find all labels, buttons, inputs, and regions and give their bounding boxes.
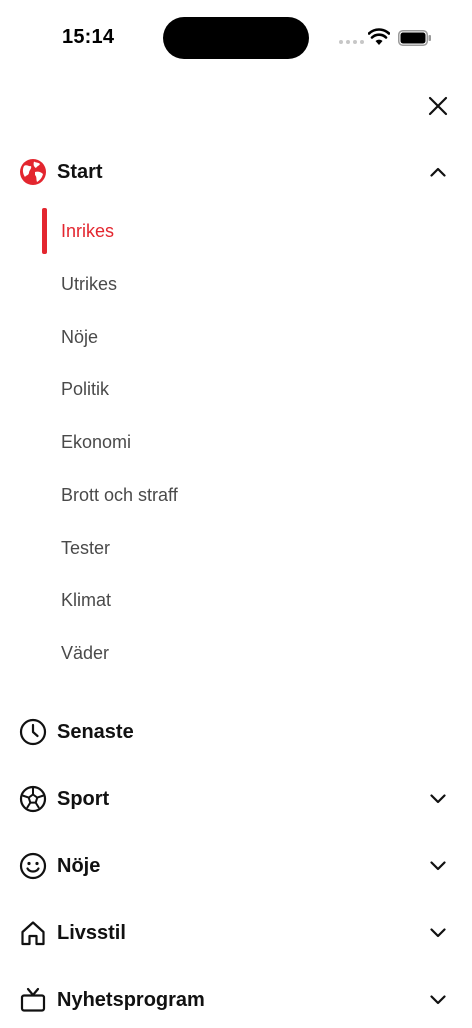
clock-icon xyxy=(18,717,48,747)
sub-item-klimat[interactable]: Klimat xyxy=(0,578,472,622)
wifi-icon xyxy=(368,28,390,45)
close-button[interactable] xyxy=(424,92,452,120)
chevron-down-icon[interactable] xyxy=(426,921,450,945)
battery-icon xyxy=(398,30,431,46)
sub-item-label: Ekonomi xyxy=(61,431,132,452)
close-icon xyxy=(428,96,448,116)
menu-item-nyhetsprogram[interactable]: Nyhetsprogram xyxy=(0,972,472,1028)
sub-item-label: Väder xyxy=(61,642,110,663)
sub-item-inrikes[interactable]: Inrikes xyxy=(0,209,472,253)
sub-item-noje[interactable]: Nöje xyxy=(0,315,472,359)
menu-item-noje-label: Nöje xyxy=(57,854,101,877)
chevron-down-icon[interactable] xyxy=(426,787,450,811)
cellular-signal-icon xyxy=(339,40,364,44)
chevron-down-icon[interactable] xyxy=(426,988,450,1012)
sub-item-brott-och-straff[interactable]: Brott och straff xyxy=(0,473,472,517)
chevron-down-icon[interactable] xyxy=(426,854,450,878)
sub-item-label: Politik xyxy=(61,378,110,399)
sub-item-label: Tester xyxy=(61,537,111,558)
menu-item-nyhetsprogram-label: Nyhetsprogram xyxy=(57,988,205,1011)
sub-item-label: Klimat xyxy=(61,589,112,610)
tv-icon xyxy=(18,985,48,1015)
menu-item-start[interactable]: Start xyxy=(0,144,472,200)
sub-item-label: Brott och straff xyxy=(61,484,178,505)
globe-icon xyxy=(18,157,48,187)
sub-item-politik[interactable]: Politik xyxy=(0,367,472,411)
sub-item-label: Utrikes xyxy=(61,273,118,294)
menu-item-livsstil[interactable]: Livsstil xyxy=(0,905,472,961)
sub-item-vader[interactable]: Väder xyxy=(0,631,472,675)
menu-item-livsstil-label: Livsstil xyxy=(57,921,126,944)
menu-item-noje[interactable]: Nöje xyxy=(0,838,472,894)
chevron-up-icon[interactable] xyxy=(426,160,450,184)
menu-item-start-label: Start xyxy=(57,160,103,183)
menu-item-sport-label: Sport xyxy=(57,787,110,810)
sub-item-label: Nöje xyxy=(61,326,99,347)
menu-item-senaste[interactable]: Senaste xyxy=(0,704,472,760)
sub-item-tester[interactable]: Tester xyxy=(0,526,472,570)
sub-item-ekonomi[interactable]: Ekonomi xyxy=(0,420,472,464)
status-time: 15:14 xyxy=(62,26,115,48)
sub-item-utrikes[interactable]: Utrikes xyxy=(0,262,472,306)
sub-item-label: Inrikes xyxy=(61,220,115,241)
home-icon xyxy=(18,918,48,948)
menu-item-sport[interactable]: Sport xyxy=(0,771,472,827)
status-bar: 15:14 xyxy=(0,0,472,78)
menu-item-senaste-label: Senaste xyxy=(57,720,134,743)
dynamic-island xyxy=(163,17,309,59)
soccer-ball-icon xyxy=(18,784,48,814)
smiley-icon xyxy=(18,851,48,881)
